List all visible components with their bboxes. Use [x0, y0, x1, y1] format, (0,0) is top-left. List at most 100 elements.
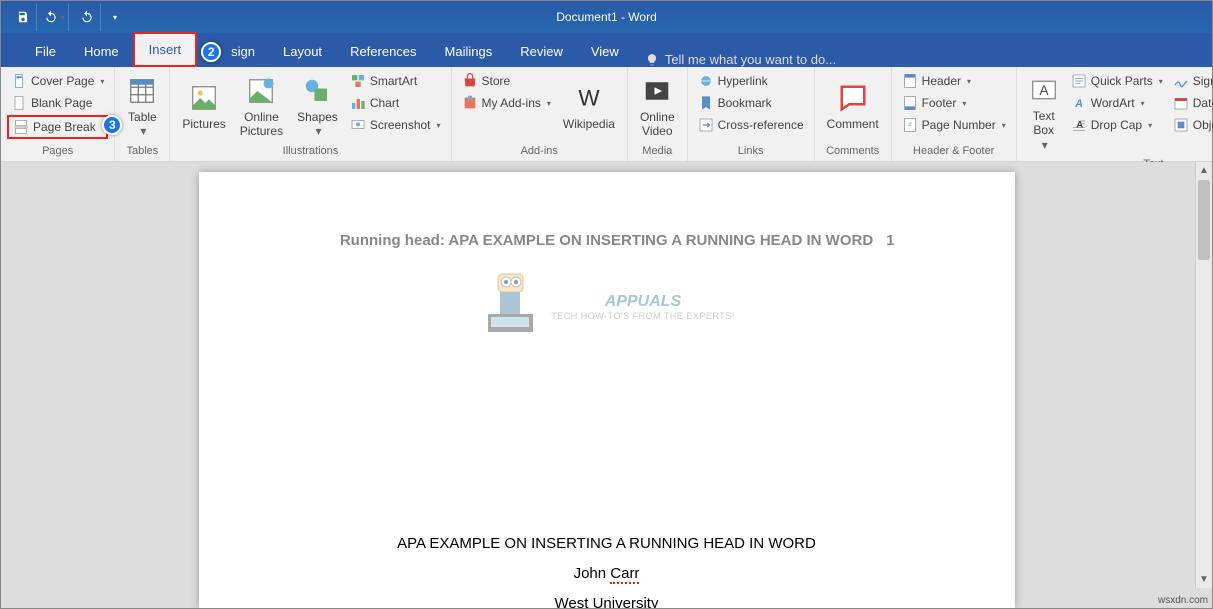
- chart-icon: [350, 95, 366, 111]
- tab-mailings[interactable]: Mailings: [431, 36, 507, 67]
- signature-icon: [1173, 73, 1189, 89]
- group-headerfooter: Header▾ Footer▾ #Page Number▾ Header & F…: [892, 67, 1017, 161]
- store-icon: [462, 73, 478, 89]
- screenshot-icon: [350, 117, 366, 133]
- group-headerfooter-label: Header & Footer: [898, 143, 1010, 159]
- smartart-button[interactable]: SmartArt: [346, 71, 445, 91]
- footer-icon: [902, 95, 918, 111]
- smartart-icon: [350, 73, 366, 89]
- comment-button[interactable]: Comment: [821, 71, 885, 143]
- pictures-button[interactable]: Pictures: [176, 71, 231, 143]
- doc-author[interactable]: John Carr: [289, 559, 925, 589]
- cover-page-icon: [11, 73, 27, 89]
- group-addins: Store My Add-ins▾ WWikipedia Add-ins: [452, 67, 628, 161]
- vertical-scrollbar[interactable]: ▲ ▼: [1195, 162, 1212, 588]
- doc-title[interactable]: APA EXAMPLE ON INSERTING A RUNNING HEAD …: [289, 529, 925, 559]
- object-icon: [1173, 117, 1189, 133]
- store-button[interactable]: Store: [458, 71, 555, 91]
- cover-page-button[interactable]: Cover Page▾: [7, 71, 108, 91]
- signature-line-button[interactable]: Signature Line▾: [1169, 71, 1213, 91]
- undo-button[interactable]: ▾: [41, 3, 69, 31]
- document-body[interactable]: APA EXAMPLE ON INSERTING A RUNNING HEAD …: [289, 529, 925, 608]
- group-illustrations-label: Illustrations: [176, 143, 444, 159]
- tell-me-search[interactable]: Tell me what you want to do...: [633, 52, 848, 67]
- save-icon: [16, 10, 30, 24]
- object-button[interactable]: Object▾: [1169, 115, 1213, 135]
- group-links: Hyperlink Bookmark Cross-reference Links: [688, 67, 815, 161]
- my-addins-icon: [462, 95, 478, 111]
- tab-file[interactable]: File: [21, 36, 70, 67]
- tab-layout[interactable]: Layout: [269, 36, 336, 67]
- tab-design[interactable]: sign: [217, 36, 269, 67]
- document-canvas[interactable]: Running head: APA EXAMPLE ON INSERTING A…: [1, 162, 1212, 608]
- group-tables-label: Tables: [121, 143, 163, 159]
- footer-button[interactable]: Footer▾: [898, 93, 1010, 113]
- watermark: APPUALS TECH HOW-TO'S FROM THE EXPERTS!: [289, 269, 925, 349]
- mascot-icon: [478, 269, 543, 344]
- table-button[interactable]: Table▾: [121, 71, 163, 143]
- video-icon: [642, 76, 672, 106]
- datetime-icon: [1173, 95, 1189, 111]
- document-title: Document1 - Word: [556, 10, 656, 24]
- group-media-label: Media: [634, 143, 681, 159]
- qat-customize-icon[interactable]: ▾: [107, 13, 123, 22]
- scroll-down-icon[interactable]: ▼: [1196, 571, 1212, 588]
- group-pages: Cover Page▾ Blank Page Page Break 3 Page…: [1, 67, 115, 161]
- redo-icon: [80, 10, 94, 24]
- quick-access-toolbar: ▾ ▾: [1, 3, 131, 31]
- svg-text:A: A: [1039, 83, 1049, 98]
- text-box-button[interactable]: AText Box▾: [1023, 71, 1065, 156]
- blank-page-button[interactable]: Blank Page: [7, 93, 108, 113]
- group-comments-label: Comments: [821, 143, 885, 159]
- header-icon: [902, 73, 918, 89]
- undo-icon: [44, 10, 58, 24]
- doc-affiliation[interactable]: West University: [289, 589, 925, 608]
- redo-button[interactable]: [73, 3, 101, 31]
- comment-icon: [838, 83, 868, 113]
- group-comments: Comment Comments: [815, 67, 892, 161]
- dropdown-arrow-icon: ▾: [60, 13, 64, 22]
- tab-insert[interactable]: Insert: [133, 32, 198, 67]
- drop-cap-button[interactable]: ADrop Cap▾: [1067, 115, 1167, 135]
- svg-text:A: A: [1074, 98, 1083, 110]
- scroll-up-icon[interactable]: ▲: [1196, 162, 1212, 179]
- group-pages-label: Pages: [7, 143, 108, 159]
- cross-reference-button[interactable]: Cross-reference: [694, 115, 808, 135]
- date-time-button[interactable]: Date & Time: [1169, 93, 1213, 113]
- textbox-icon: A: [1029, 75, 1059, 105]
- lightbulb-icon: [645, 53, 659, 67]
- bookmark-icon: [698, 95, 714, 111]
- wikipedia-button[interactable]: WWikipedia: [557, 71, 621, 143]
- hyperlink-button[interactable]: Hyperlink: [694, 71, 808, 91]
- save-button[interactable]: [9, 3, 37, 31]
- online-video-button[interactable]: Online Video: [634, 71, 681, 143]
- my-addins-button[interactable]: My Add-ins▾: [458, 93, 555, 113]
- scroll-thumb[interactable]: [1198, 180, 1210, 260]
- hyperlink-icon: [698, 73, 714, 89]
- page-break-button[interactable]: Page Break: [7, 115, 108, 139]
- tab-home[interactable]: Home: [70, 36, 133, 67]
- group-media: Online Video Media: [628, 67, 688, 161]
- tab-references[interactable]: References: [336, 36, 430, 67]
- dropcap-icon: A: [1071, 117, 1087, 133]
- blank-page-icon: [11, 95, 27, 111]
- group-text: AText Box▾ Quick Parts▾ AWordArt▾ ADrop …: [1017, 67, 1213, 161]
- shapes-button[interactable]: Shapes▾: [291, 71, 344, 143]
- running-head[interactable]: Running head: APA EXAMPLE ON INSERTING A…: [289, 232, 925, 249]
- page-number-button[interactable]: #Page Number▾: [898, 115, 1010, 135]
- crossref-icon: [698, 117, 714, 133]
- document-page[interactable]: Running head: APA EXAMPLE ON INSERTING A…: [199, 172, 1015, 608]
- bookmark-button[interactable]: Bookmark: [694, 93, 808, 113]
- watermark-brand: APPUALS: [551, 293, 735, 311]
- wikipedia-icon: W: [574, 83, 604, 113]
- online-pictures-button[interactable]: Online Pictures: [234, 71, 289, 143]
- wordart-button[interactable]: AWordArt▾: [1067, 93, 1167, 113]
- watermark-tagline: TECH HOW-TO'S FROM THE EXPERTS!: [551, 311, 735, 321]
- chart-button[interactable]: Chart: [346, 93, 445, 113]
- screenshot-button[interactable]: Screenshot▾: [346, 115, 445, 135]
- title-bar: ▾ ▾ Document1 - Word: [1, 1, 1212, 33]
- quick-parts-button[interactable]: Quick Parts▾: [1067, 71, 1167, 91]
- tab-view[interactable]: View: [577, 36, 633, 67]
- header-button[interactable]: Header▾: [898, 71, 1010, 91]
- tab-review[interactable]: Review: [506, 36, 577, 67]
